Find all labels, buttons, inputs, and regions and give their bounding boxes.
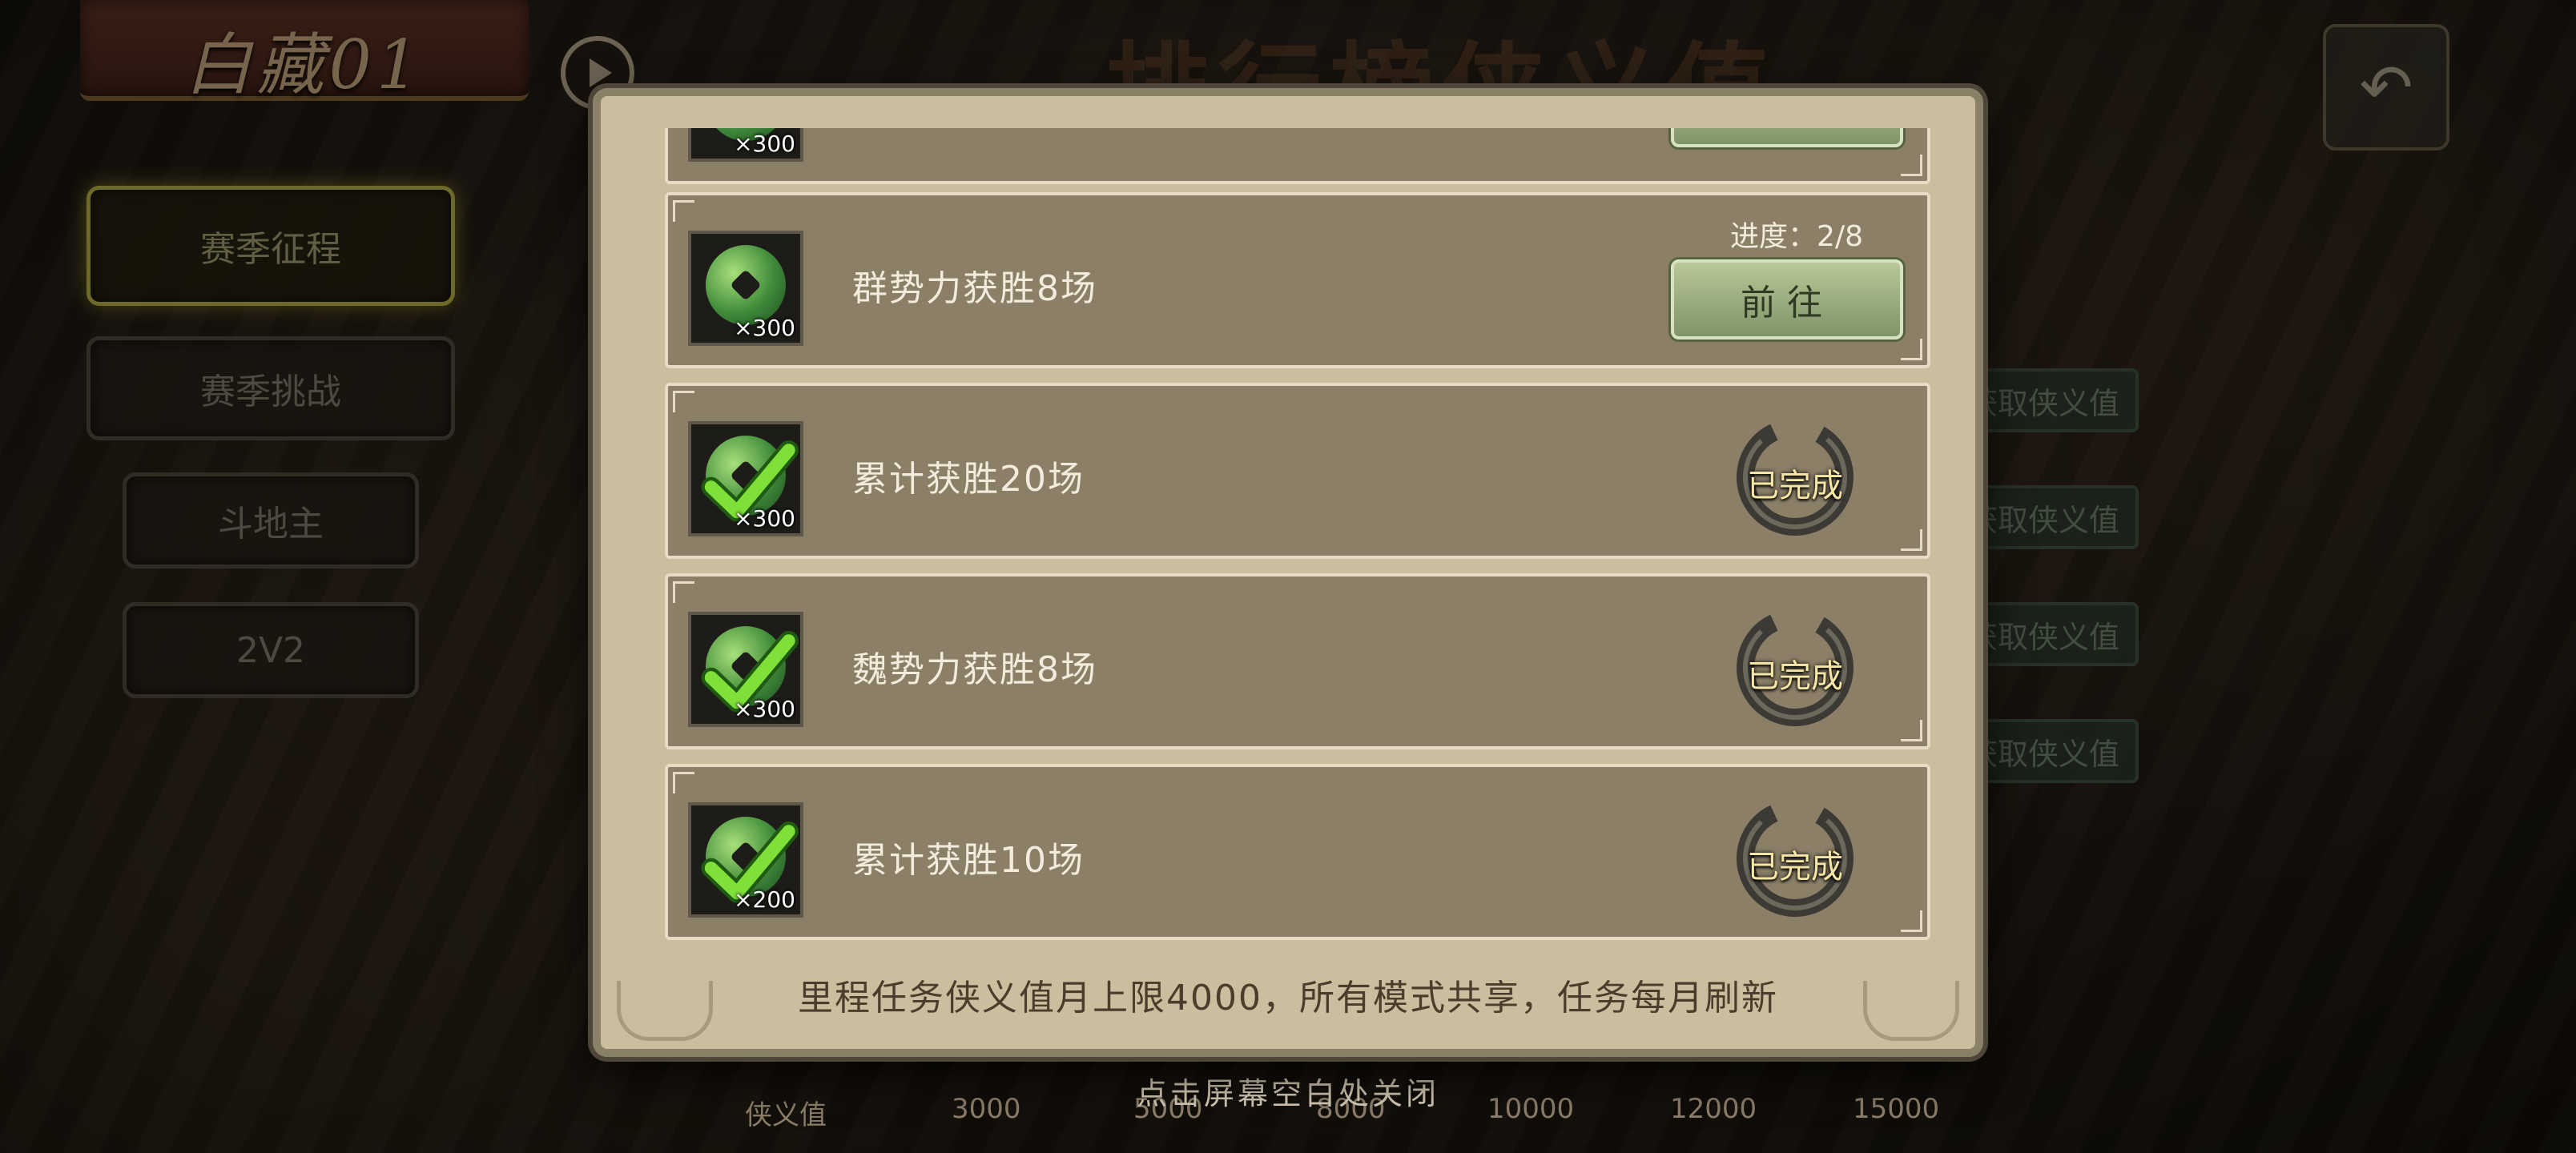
task-name: 群势力获胜8场	[852, 268, 1097, 309]
modal-footer-note: 里程任务侠义值月上限4000，所有模式共享，任务每月刷新	[798, 978, 1778, 1018]
reward-icon: ×300	[688, 421, 803, 536]
task-row: ×200 累计获胜10场 已完成	[665, 764, 1930, 940]
reward-quantity: ×300	[734, 696, 795, 722]
reward-quantity: ×200	[734, 886, 795, 913]
jade-icon	[706, 245, 786, 325]
task-name: 累计获胜20场	[852, 459, 1085, 500]
task-modal: ×300 ×300 群势力获胜8场 进度：2/8 前往 ×300 累计获胜20场…	[593, 88, 1983, 1057]
go-button[interactable]: 前往	[1671, 259, 1903, 339]
reward-quantity: ×300	[734, 315, 795, 341]
task-row: ×300 群势力获胜8场 进度：2/8 前往	[665, 192, 1930, 368]
reward-icon: ×300	[688, 231, 803, 346]
task-row: ×300	[665, 128, 1930, 184]
task-list[interactable]: ×300 ×300 群势力获胜8场 进度：2/8 前往 ×300 累计获胜20场…	[665, 128, 1930, 953]
completed-seal: 已完成	[1727, 794, 1863, 922]
completed-label: 已完成	[1747, 849, 1843, 886]
task-name: 魏势力获胜8场	[852, 649, 1097, 690]
task-row: ×300 魏势力获胜8场 已完成	[665, 573, 1930, 749]
reward-icon: ×300	[688, 612, 803, 727]
completed-label: 已完成	[1747, 658, 1843, 695]
reward-icon: ×300	[688, 128, 803, 162]
reward-icon: ×200	[688, 802, 803, 918]
task-name: 累计获胜10场	[852, 840, 1085, 881]
close-hint: 点击屏幕空白处关闭	[1136, 1076, 1439, 1111]
task-row: ×300 累计获胜20场 已完成	[665, 383, 1930, 559]
completed-seal: 已完成	[1727, 604, 1863, 732]
task-progress: 进度：2/8	[1730, 220, 1863, 253]
reward-quantity: ×300	[734, 505, 795, 532]
reward-quantity: ×300	[734, 131, 795, 157]
go-button[interactable]	[1671, 128, 1903, 147]
corner-ornament	[617, 981, 713, 1041]
completed-label: 已完成	[1747, 468, 1843, 504]
completed-seal: 已完成	[1727, 413, 1863, 541]
corner-ornament	[1863, 981, 1959, 1041]
